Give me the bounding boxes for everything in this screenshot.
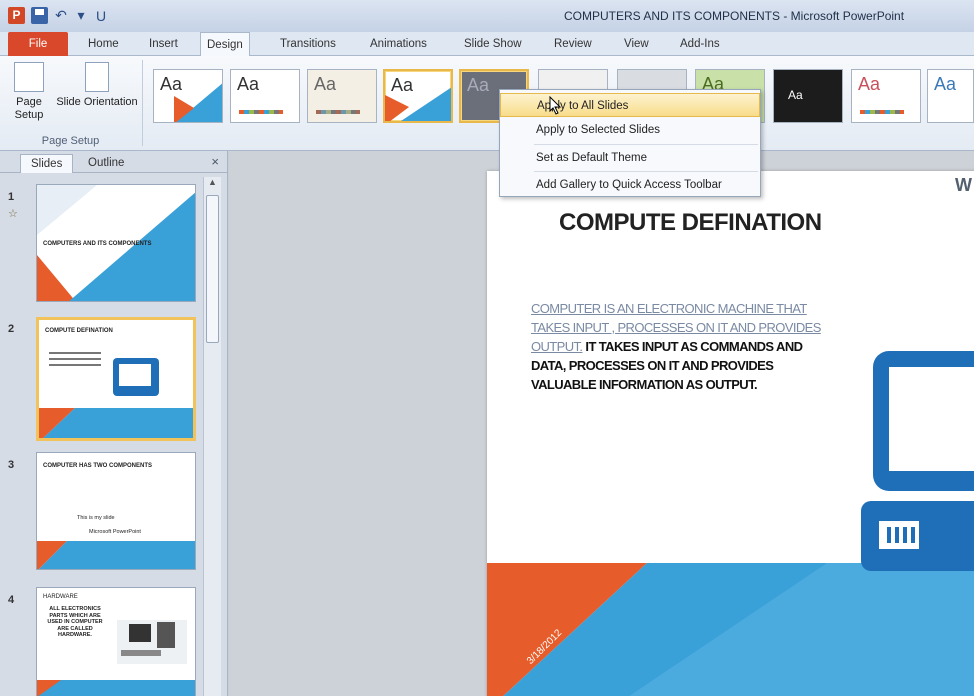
theme-4-label: Aa [391, 75, 414, 95]
slide-2-art [39, 352, 193, 438]
theme-9-label: Aa [788, 88, 803, 102]
slide-3-art [37, 541, 195, 569]
slide-title[interactable]: COMPUTE DEFINATION [559, 209, 822, 237]
slide-orientation-label: Slide Orientation [56, 96, 138, 108]
slide-orientation-icon [85, 62, 109, 92]
powerpoint-logo-icon[interactable]: P [8, 7, 25, 24]
tab-insert[interactable]: Insert [143, 32, 184, 56]
slide-thumbnail-4[interactable]: HARDWARE ALL ELECTRONICS PARTS WHICH ARE… [36, 587, 196, 696]
menu-apply-to-all-slides[interactable]: Apply to All Slides [500, 93, 760, 117]
tab-transitions[interactable]: Transitions [274, 32, 342, 56]
slide-2-title: COMPUTE DEFINATION [45, 328, 113, 334]
tab-file[interactable]: File [8, 32, 68, 56]
pane-scrollbar[interactable]: ▲ [203, 177, 221, 696]
slide-body-text[interactable]: COMPUTER IS AN ELECTRONIC MACHINE THAT T… [531, 299, 821, 394]
page-setup-group-label: Page Setup [41, 135, 100, 147]
menu-separator [534, 144, 758, 145]
theme-thumbnail-11[interactable]: Aa [927, 69, 974, 123]
menu-set-as-default-theme[interactable]: Set as Default Theme [500, 146, 760, 170]
ribbon: Page Setup Slide Orientation Page Setup … [0, 56, 974, 151]
slide-editing-canvas[interactable]: W COMPUTE DEFINATION COMPUTER IS AN ELEC… [229, 151, 974, 696]
animation-star-icon: ☆ [8, 208, 18, 220]
menu-add-gallery-to-qat[interactable]: Add Gallery to Quick Access Toolbar [500, 173, 760, 197]
theme-thumbnail-4-selected[interactable]: Aa [383, 69, 453, 123]
pane-tabs: Slides Outline × [0, 151, 227, 173]
slide-1-title: COMPUTERS AND ITS COMPONENTS [43, 241, 152, 247]
slide-4-body: ALL ELECTRONICS PARTS WHICH ARE USED IN … [47, 606, 103, 638]
menu-separator [534, 171, 758, 172]
slides-pane: Slides Outline × ▲ 1 ☆ COMPUTERS AND ITS… [0, 151, 228, 696]
theme-thumbnail-9[interactable]: Aa [773, 69, 843, 123]
theme-thumbnail-2[interactable]: Aa [230, 69, 300, 123]
scrollbar-thumb[interactable] [206, 195, 219, 343]
tab-add-ins[interactable]: Add-Ins [674, 32, 726, 56]
page-setup-button[interactable]: Page Setup [6, 62, 52, 122]
tab-outline[interactable]: Outline [78, 154, 134, 173]
theme-5-label: Aa [467, 75, 490, 95]
theme-context-menu: Apply to All Slides Apply to Selected Sl… [499, 89, 761, 197]
repeat-icon[interactable]: U [94, 8, 108, 24]
slide-4-art [37, 620, 195, 696]
theme-11-label: Aa [934, 74, 957, 94]
slide-number: 1 [8, 191, 15, 203]
slide-number: 4 [8, 594, 15, 606]
qat-dropdown-icon[interactable]: ▾ [74, 7, 88, 24]
slide-thumbnail-2[interactable]: COMPUTE DEFINATION [36, 317, 196, 441]
scroll-up-icon[interactable]: ▲ [204, 177, 221, 187]
slide-background-art [487, 351, 974, 696]
slide-thumbnail-3[interactable]: COMPUTER HAS TWO COMPONENTS This is my s… [36, 452, 196, 570]
theme-thumbnail-10[interactable]: Aa [851, 69, 921, 123]
slide-3-line-1: This is my slide [77, 515, 115, 521]
save-icon[interactable] [31, 7, 48, 24]
current-slide[interactable]: W COMPUTE DEFINATION COMPUTER IS AN ELEC… [487, 171, 974, 696]
slide-number: 3 [8, 459, 15, 471]
theme-3-color-swatch [316, 110, 360, 114]
theme-3-label: Aa [314, 74, 337, 94]
slide-orientation-button[interactable]: Slide Orientation [52, 62, 142, 109]
page-setup-label: Page Setup [14, 96, 44, 121]
theme-1-label: Aa [160, 74, 183, 94]
theme-thumbnail-3[interactable]: Aa [307, 69, 377, 123]
theme-thumbnail-1[interactable]: Aa [153, 69, 223, 123]
theme-2-label: Aa [237, 74, 260, 94]
window-title: COMPUTERS AND ITS COMPONENTS - Microsoft… [564, 9, 905, 23]
tab-home[interactable]: Home [82, 32, 125, 56]
tab-review[interactable]: Review [548, 32, 598, 56]
mouse-cursor-icon [549, 96, 562, 115]
tab-slide-show[interactable]: Slide Show [458, 32, 528, 56]
slide-thumbnail-1[interactable]: COMPUTERS AND ITS COMPONENTS [36, 184, 196, 302]
slide-3-line-2: Microsoft PowerPoint [89, 529, 141, 535]
page-setup-icon [14, 62, 44, 92]
theme-2-color-swatch [239, 110, 283, 114]
slide-corner-text: W [955, 175, 972, 195]
close-icon[interactable]: × [211, 154, 219, 169]
menu-apply-to-selected-slides[interactable]: Apply to Selected Slides [500, 118, 760, 142]
theme-10-color-swatch [860, 110, 904, 114]
tab-design[interactable]: Design [200, 32, 250, 57]
undo-icon[interactable]: ↶ [54, 7, 68, 24]
slide-3-title: COMPUTER HAS TWO COMPONENTS [43, 463, 152, 469]
title-bar: P ↶ ▾ U COMPUTERS AND ITS COMPONENTS - M… [0, 0, 974, 32]
theme-10-label: Aa [858, 74, 881, 94]
slide-number: 2 [8, 323, 15, 335]
tab-view[interactable]: View [618, 32, 655, 56]
ribbon-tabs: File Home Insert Design Transitions Anim… [0, 32, 974, 57]
quick-access-toolbar: P ↶ ▾ U [8, 7, 108, 24]
tab-slides[interactable]: Slides [20, 154, 74, 173]
tab-animations[interactable]: Animations [364, 32, 433, 56]
slide-4-title: HARDWARE [43, 594, 78, 600]
group-divider [142, 60, 143, 146]
